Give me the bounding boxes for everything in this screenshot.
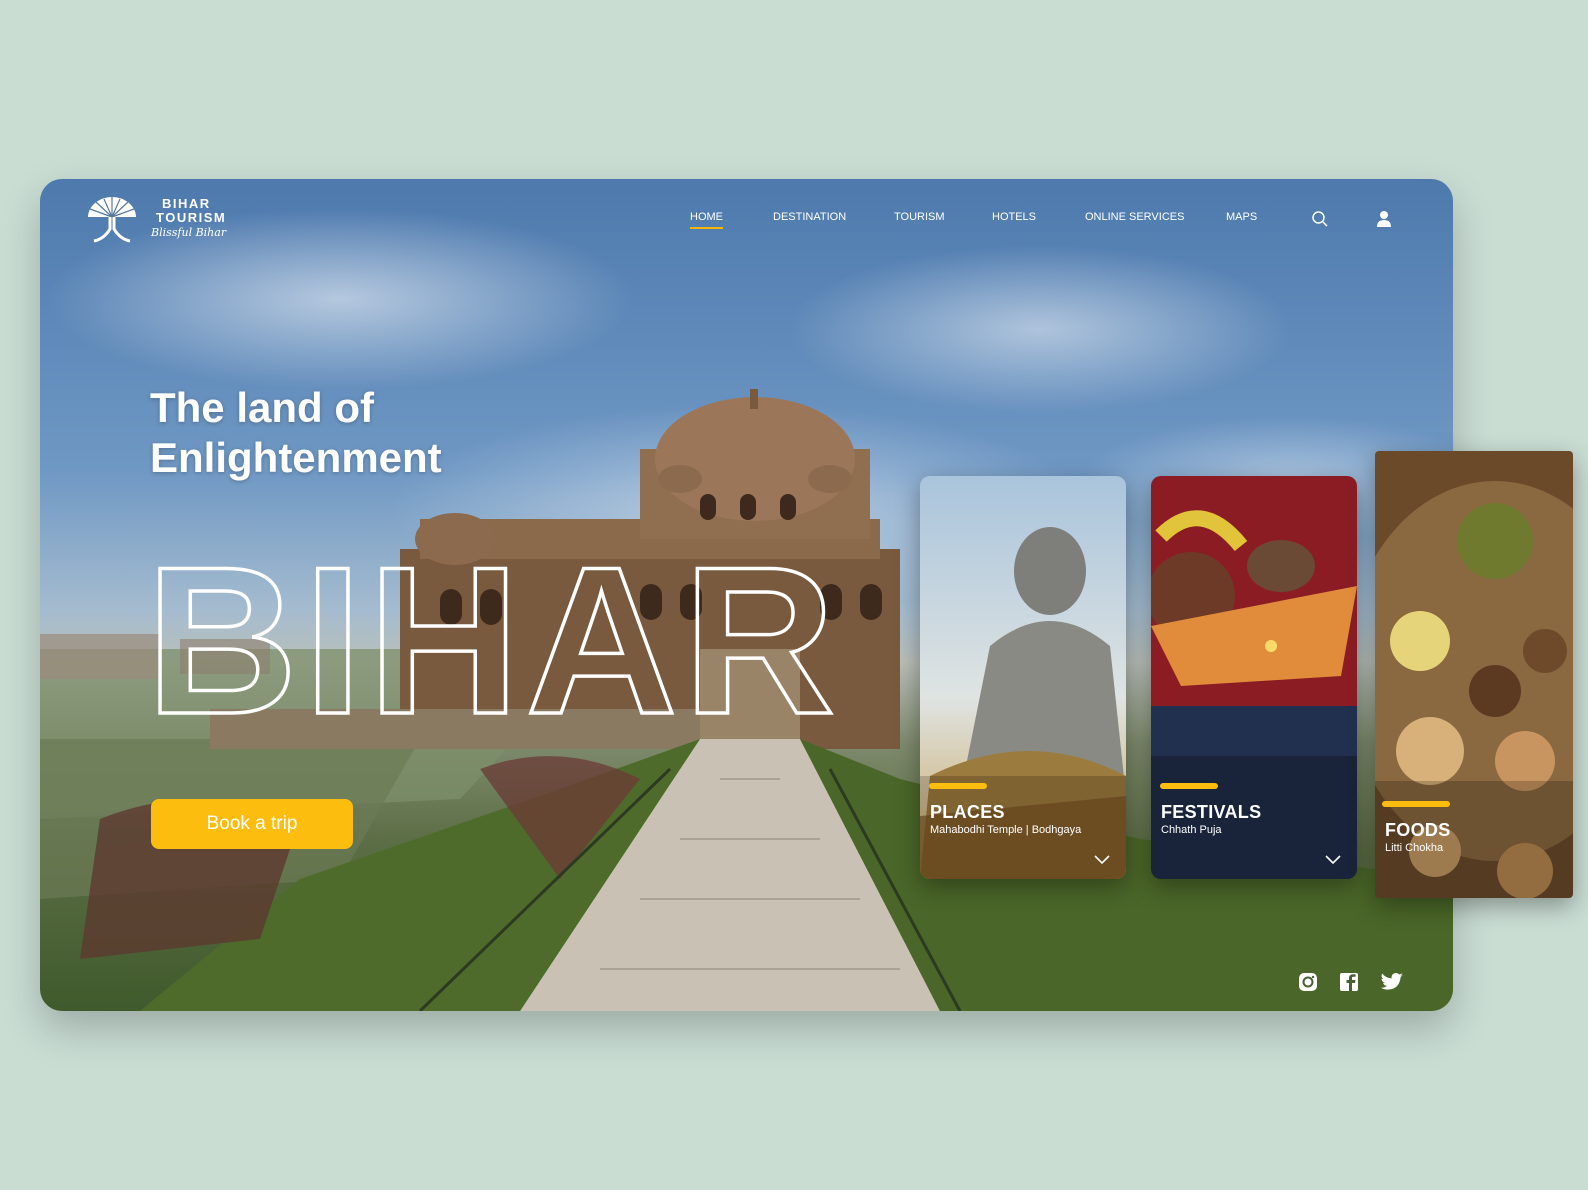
card-places-title: PLACES [930,802,1005,822]
festivals-accent-bar [1160,783,1218,789]
hero-headline-line1: The land of [150,384,374,431]
bodhi-tree-logo-icon [88,197,136,243]
book-trip-button[interactable]: Book a trip [151,799,353,849]
instagram-icon[interactable] [1297,971,1319,993]
card-foods[interactable]: FOODS Litti Chokha [1375,451,1573,898]
bihar-outline-text: BIHAR [146,525,841,725]
card-places-subtitle: Mahabodhi Temple | Bodhgaya [930,824,1082,836]
user-icon[interactable] [1374,209,1394,229]
nav-item-destination[interactable]: DESTINATION [773,211,846,223]
brand-line1: BIHAR [162,196,211,211]
card-foods-title: FOODS [1385,820,1451,840]
card-festivals-subtitle: Chhath Puja [1161,824,1222,836]
hero-headline: The land of Enlightenment [150,383,442,483]
places-accent-bar [929,783,987,789]
brand-tagline: Blissful Bihar [151,226,227,239]
hero-section: BIHAR TOURISM Blissful Bihar HOME DESTIN… [40,179,1453,1011]
nav-item-home[interactable]: HOME [690,211,723,229]
facebook-icon[interactable] [1338,971,1360,993]
card-festivals[interactable]: FESTIVALS Chhath Puja [1151,476,1357,879]
bihar-outline-title: BIHAR [146,525,841,725]
card-festivals-title: FESTIVALS [1161,802,1262,822]
hero-headline-line2: Enlightenment [150,434,442,481]
card-foods-subtitle: Litti Chokha [1385,842,1444,854]
nav-item-tourism[interactable]: TOURISM [894,211,945,223]
foods-accent-bar [1382,801,1450,807]
card-places[interactable]: PLACES Mahabodhi Temple | Bodhgaya [920,476,1126,879]
search-icon[interactable] [1310,209,1330,229]
top-navigation: BIHAR TOURISM Blissful Bihar HOME DESTIN… [40,179,1453,269]
brand-line2: TOURISM [156,210,227,225]
nav-item-online-services[interactable]: ONLINE SERVICES [1085,211,1184,223]
chevron-down-icon[interactable] [1325,855,1341,865]
brand-logo[interactable]: BIHAR TOURISM Blissful Bihar [84,193,244,249]
twitter-icon[interactable] [1380,971,1404,993]
chevron-down-icon[interactable] [1094,855,1110,865]
nav-item-maps[interactable]: MAPS [1226,211,1257,223]
nav-item-hotels[interactable]: HOTELS [992,211,1036,223]
